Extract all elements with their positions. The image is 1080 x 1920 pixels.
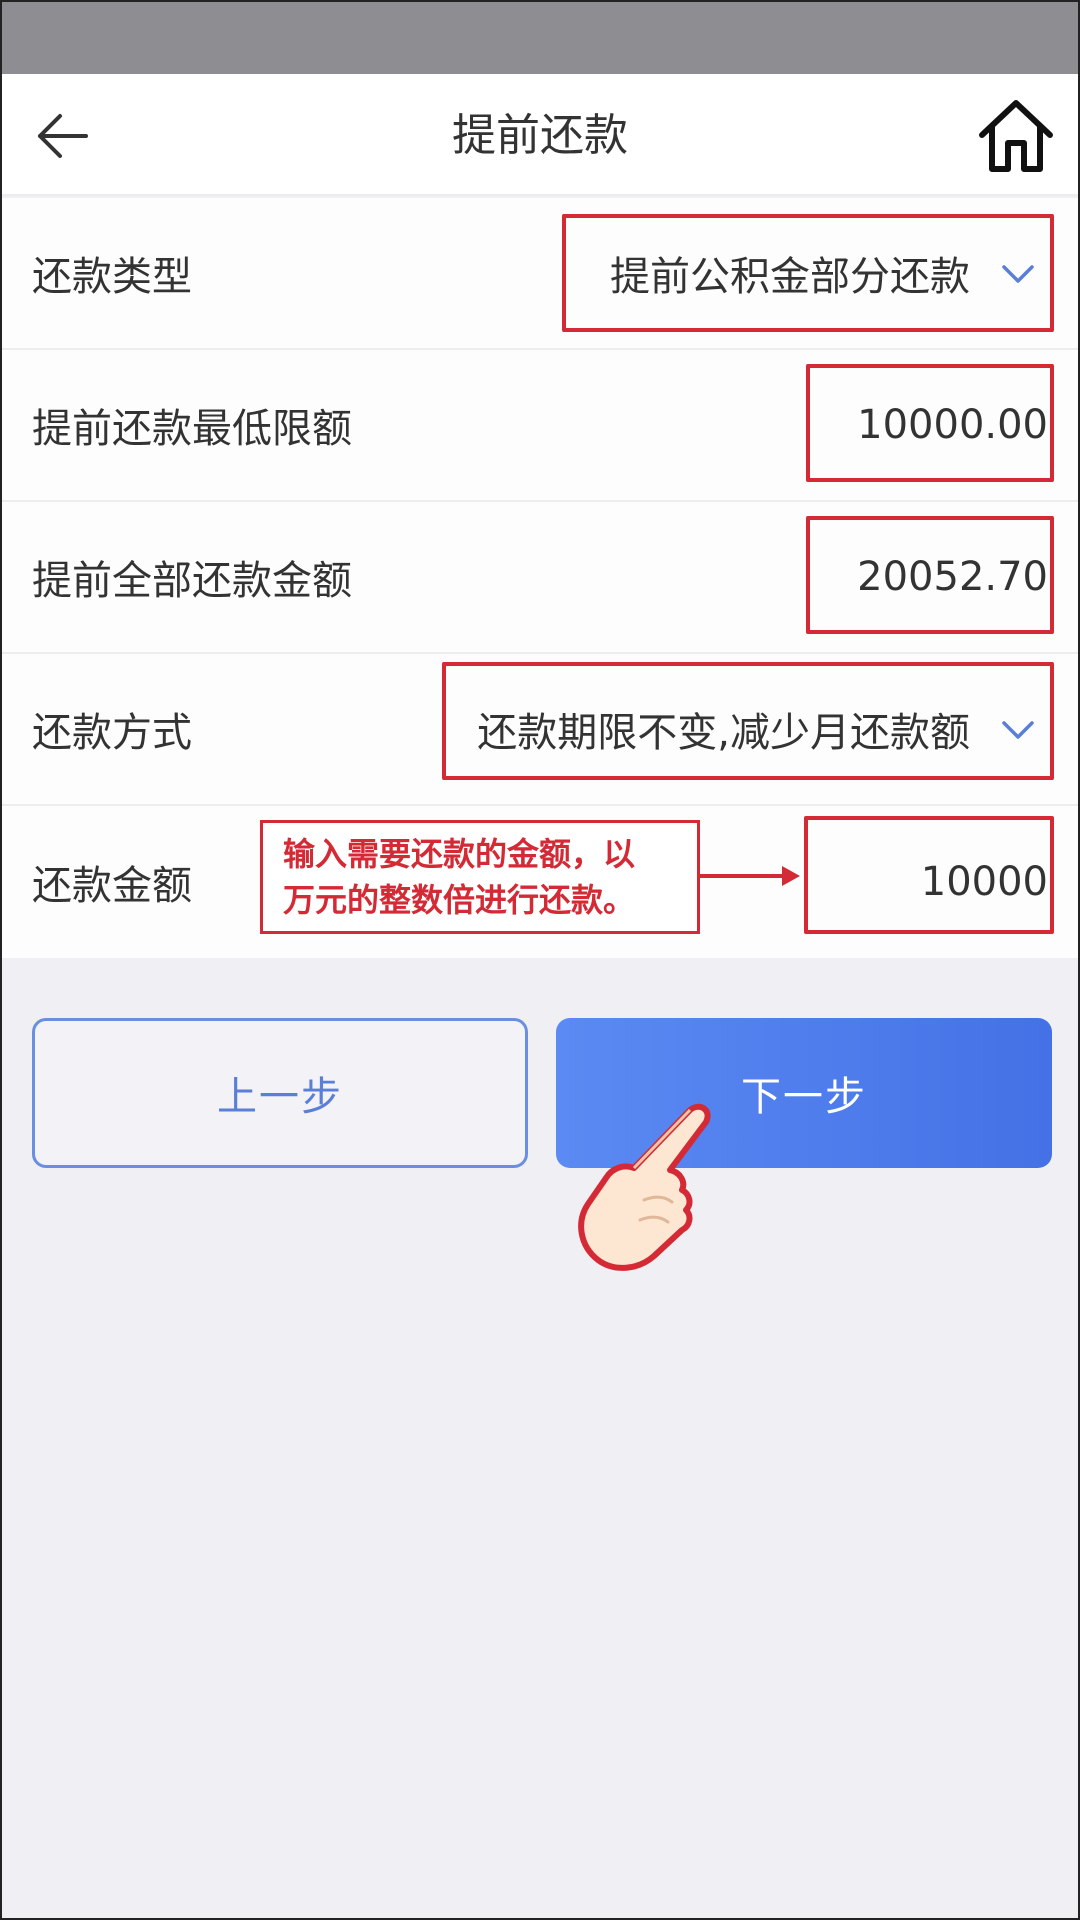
annotation-callout: 输入需要还款的金额，以 万元的整数倍进行还款。 — [260, 820, 700, 934]
chevron-down-icon — [1002, 265, 1034, 283]
min-amount-label: 提前还款最低限额 — [32, 406, 352, 452]
nav-bar: 提前还款 — [2, 74, 1078, 196]
repayment-amount-label: 还款金额 — [32, 863, 192, 909]
status-bar — [2, 2, 1078, 74]
chevron-down-icon — [1002, 721, 1034, 739]
annotation-line-1: 输入需要还款的金额，以 — [283, 835, 636, 873]
annotation-arrow-head — [782, 866, 800, 886]
min-amount-value: 10000.00 — [857, 402, 1048, 448]
prev-step-button[interactable]: 上一步 — [32, 1018, 528, 1168]
full-amount-label: 提前全部还款金额 — [32, 558, 352, 604]
pointing-hand-icon — [578, 1103, 711, 1271]
annotation-arrow-line — [700, 874, 790, 878]
repayment-type-select[interactable]: 提前公积金部分还款 — [610, 244, 970, 302]
home-icon — [979, 100, 1053, 172]
repayment-amount-input[interactable]: 10000 — [921, 859, 1048, 905]
repayment-type-row[interactable]: 还款类型 提前公积金部分还款 — [2, 198, 1078, 350]
repayment-method-label: 还款方式 — [32, 710, 192, 756]
annotation-line-2: 万元的整数倍进行还款。 — [283, 881, 636, 919]
home-button[interactable] — [974, 94, 1058, 178]
min-amount-row: 提前还款最低限额 10000.00 — [2, 350, 1078, 502]
full-amount-value: 20052.70 — [857, 554, 1048, 600]
repayment-type-label: 还款类型 — [32, 254, 192, 300]
repayment-method-select[interactable]: 还款期限不变,减少月还款额 — [477, 700, 970, 758]
full-amount-row: 提前全部还款金额 20052.70 — [2, 502, 1078, 654]
repayment-method-row[interactable]: 还款方式 还款期限不变,减少月还款额 — [2, 654, 1078, 806]
page-title: 提前还款 — [452, 110, 628, 161]
